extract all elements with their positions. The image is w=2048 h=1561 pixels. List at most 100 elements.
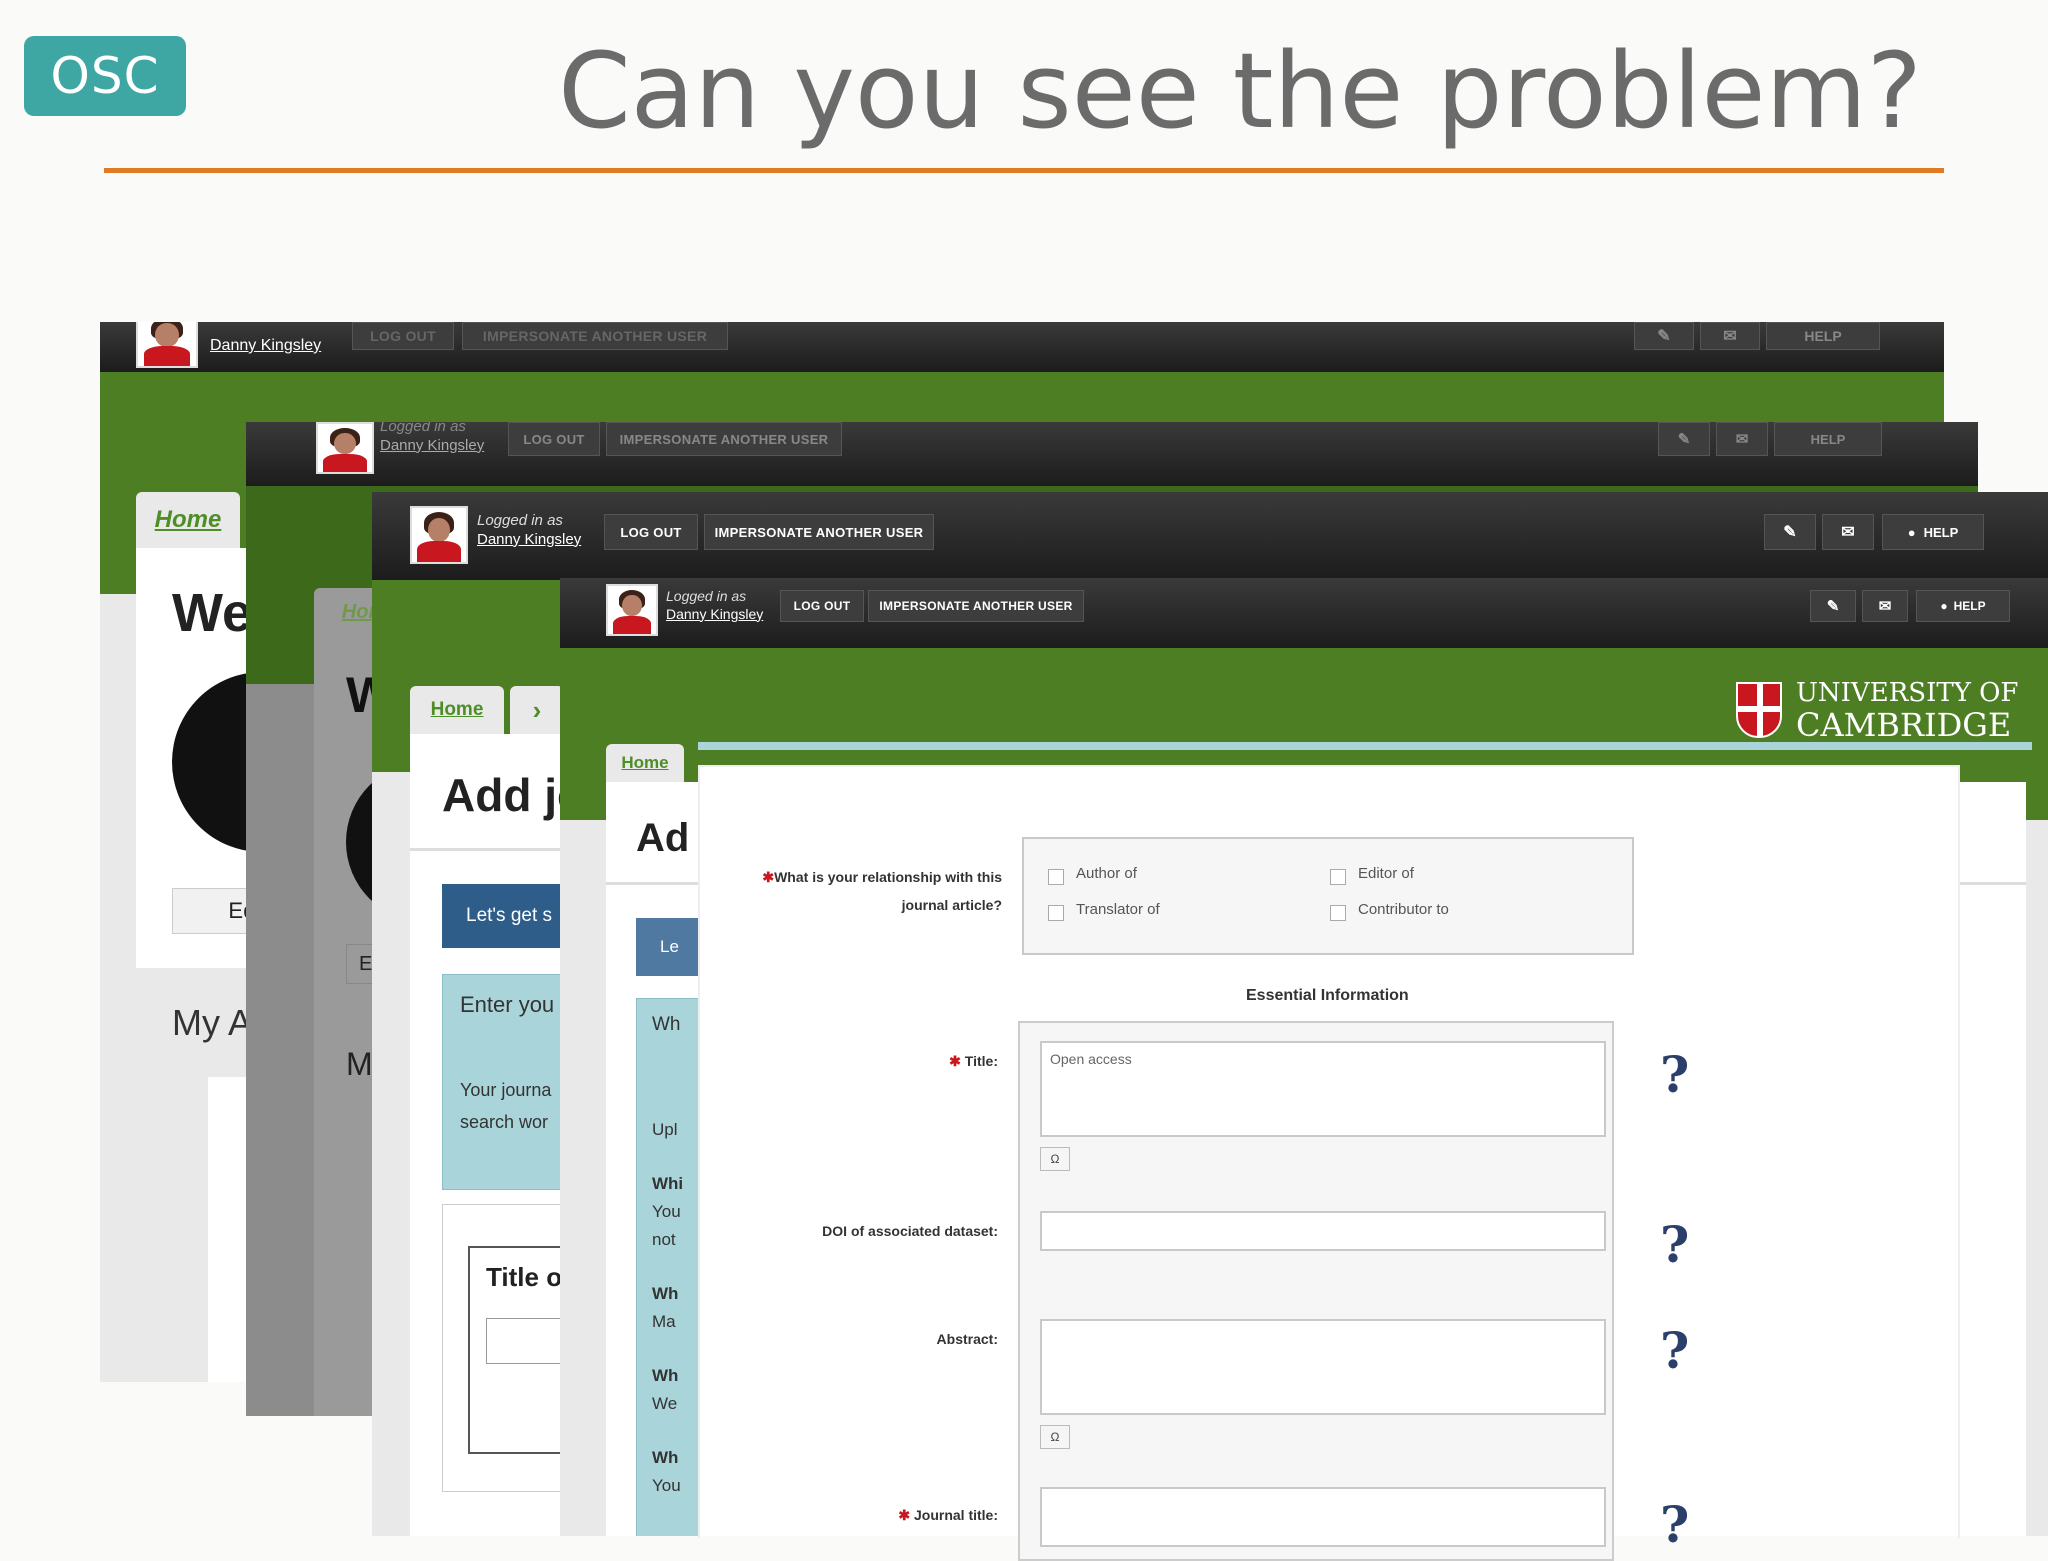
envelope-icon[interactable]: ✉	[1862, 590, 1908, 622]
journal-help-text: Your journa	[460, 1080, 552, 1100]
impersonate-button[interactable]: IMPERSONATE ANOTHER USER	[462, 322, 728, 350]
user-name-link[interactable]: Danny Kingsley	[380, 437, 484, 456]
contributor-option-label: Contributor to	[1358, 901, 1449, 918]
logout-button[interactable]: LOG OUT	[780, 590, 864, 622]
translator-checkbox[interactable]	[1048, 905, 1064, 921]
pin-icon[interactable]: ✎	[1810, 590, 1856, 622]
tab-home[interactable]: Home	[136, 492, 240, 548]
title-help-icon[interactable]: ?	[1660, 1045, 1689, 1104]
author-checkbox[interactable]	[1048, 869, 1064, 885]
top-user-bar: Logged in as Danny Kingsley LOG OUT IMPER…	[560, 578, 2048, 648]
doi-input[interactable]	[1040, 1211, 1606, 1251]
enter-prompt: Enter you	[460, 992, 555, 1017]
user-name-link[interactable]: Danny Kingsley	[210, 337, 321, 354]
logged-in-label: Logged in as	[477, 512, 563, 529]
logged-in-user: Logged in as Danny Kingsley	[380, 422, 484, 456]
special-characters-button[interactable]: Ω	[1040, 1147, 1070, 1171]
logout-button[interactable]: LOG OUT	[508, 422, 600, 456]
pin-icon[interactable]: ✎	[1634, 322, 1694, 350]
logged-in-user: Danny Kingsley	[210, 336, 321, 356]
page-heading: Ad	[636, 816, 690, 860]
help-button[interactable]: HELP	[1774, 422, 1882, 456]
abstract-label: Abstract:	[936, 1331, 998, 1347]
title-divider	[104, 168, 1944, 173]
help-label: HELP	[1923, 524, 1959, 540]
help-button[interactable]: ● HELP	[1882, 514, 1984, 550]
info-line: Upl	[652, 1120, 678, 1139]
university-name-line2: CAMBRIDGE	[1796, 706, 2012, 744]
info-line: Wh	[652, 1366, 679, 1385]
logged-in-label: Logged in as	[380, 422, 466, 435]
help-button[interactable]: ● HELP	[1916, 590, 2010, 622]
envelope-icon[interactable]: ✉	[1700, 322, 1760, 350]
envelope-icon[interactable]: ✉	[1822, 514, 1874, 550]
logout-button[interactable]: LOG OUT	[352, 322, 454, 350]
impersonate-button[interactable]: IMPERSONATE ANOTHER USER	[868, 590, 1084, 622]
translator-option-label: Translator of	[1076, 901, 1160, 918]
slide-title: Can you see the problem?	[558, 30, 1922, 152]
tab-home[interactable]: Home	[410, 686, 504, 734]
section-heading: M	[346, 1046, 373, 1082]
info-line: You	[652, 1202, 681, 1221]
info-line: Ma	[652, 1312, 676, 1331]
logged-in-label: Logged in as	[666, 588, 747, 604]
page-heading: We	[172, 583, 253, 643]
logged-in-user: Logged in as Danny Kingsley	[477, 512, 581, 550]
editor-option-label: Editor of	[1358, 865, 1414, 882]
title-label: ✱ Title:	[949, 1053, 998, 1069]
osc-badge: OSC	[24, 36, 186, 116]
relationship-label-line2: journal article?	[901, 897, 1002, 913]
logout-button[interactable]: LOG OUT	[604, 514, 698, 550]
journal-title-input[interactable]	[1040, 1487, 1606, 1547]
editor-checkbox[interactable]	[1330, 869, 1346, 885]
help-button[interactable]: HELP	[1766, 322, 1880, 350]
avatar	[316, 422, 374, 474]
abstract-help-icon[interactable]: ?	[1660, 1321, 1689, 1380]
journal-title-help-icon[interactable]: ?	[1660, 1495, 1689, 1554]
impersonate-button[interactable]: IMPERSONATE ANOTHER USER	[704, 514, 934, 550]
breadcrumb-chevron[interactable]: ›	[510, 686, 564, 734]
title-field-label: Title o	[486, 1262, 563, 1292]
form-tab-strip	[698, 742, 2032, 750]
contributor-checkbox[interactable]	[1330, 905, 1346, 921]
help-label: HELP	[1953, 599, 1986, 613]
chat-help-icon: ●	[1940, 599, 1948, 613]
author-option-label: Author of	[1076, 865, 1137, 882]
pin-icon[interactable]: ✎	[1764, 514, 1816, 550]
relationship-options	[1022, 837, 1634, 955]
section-heading: My A	[172, 1002, 253, 1043]
relationship-label-line1: ✱What is your relationship with this	[762, 869, 1002, 885]
journal-title-label: ✱ Journal title:	[898, 1507, 998, 1523]
journal-article-form: ✱What is your relationship with this jou…	[698, 765, 1960, 1561]
user-name-link[interactable]: Danny Kingsley	[477, 531, 581, 550]
essential-info-heading: Essential Information	[1246, 987, 1409, 1004]
top-user-bar: Danny Kingsley LOG OUT IMPERSONATE ANOTH…	[100, 322, 1944, 372]
journal-help-text: search wor	[460, 1112, 549, 1132]
special-characters-button[interactable]: Ω	[1040, 1425, 1070, 1449]
doi-help-icon[interactable]: ?	[1660, 1215, 1689, 1274]
info-line: Wh	[652, 1284, 679, 1303]
info-line: Wh	[652, 1014, 681, 1035]
info-line: We	[652, 1394, 678, 1413]
title-input[interactable]: Open access	[1040, 1041, 1606, 1137]
abstract-input[interactable]	[1040, 1319, 1606, 1415]
avatar	[136, 322, 198, 368]
university-name-line1: UNIVERSITY OF	[1796, 678, 2019, 708]
avatar	[606, 584, 658, 636]
doi-label: DOI of associated dataset:	[822, 1223, 998, 1239]
title-value: Open access	[1050, 1051, 1132, 1067]
tab-home[interactable]: Home	[606, 744, 684, 782]
pin-icon[interactable]: ✎	[1658, 422, 1710, 456]
chat-help-icon: ●	[1907, 524, 1916, 540]
university-crest-icon	[1736, 682, 1782, 738]
impersonate-button[interactable]: IMPERSONATE ANOTHER USER	[606, 422, 842, 456]
avatar	[410, 506, 468, 564]
top-user-bar: Logged in as Danny Kingsley LOG OUT IMPER…	[372, 492, 2048, 580]
top-user-bar: Logged in as Danny Kingsley LOG OUT IMPER…	[246, 422, 1978, 486]
info-line: not	[652, 1230, 676, 1249]
envelope-icon[interactable]: ✉	[1716, 422, 1768, 456]
user-name-link[interactable]: Danny Kingsley	[666, 606, 763, 624]
info-line: You	[652, 1476, 681, 1495]
logged-in-user: Logged in as Danny Kingsley	[666, 588, 763, 623]
info-line: Wh	[652, 1448, 679, 1467]
